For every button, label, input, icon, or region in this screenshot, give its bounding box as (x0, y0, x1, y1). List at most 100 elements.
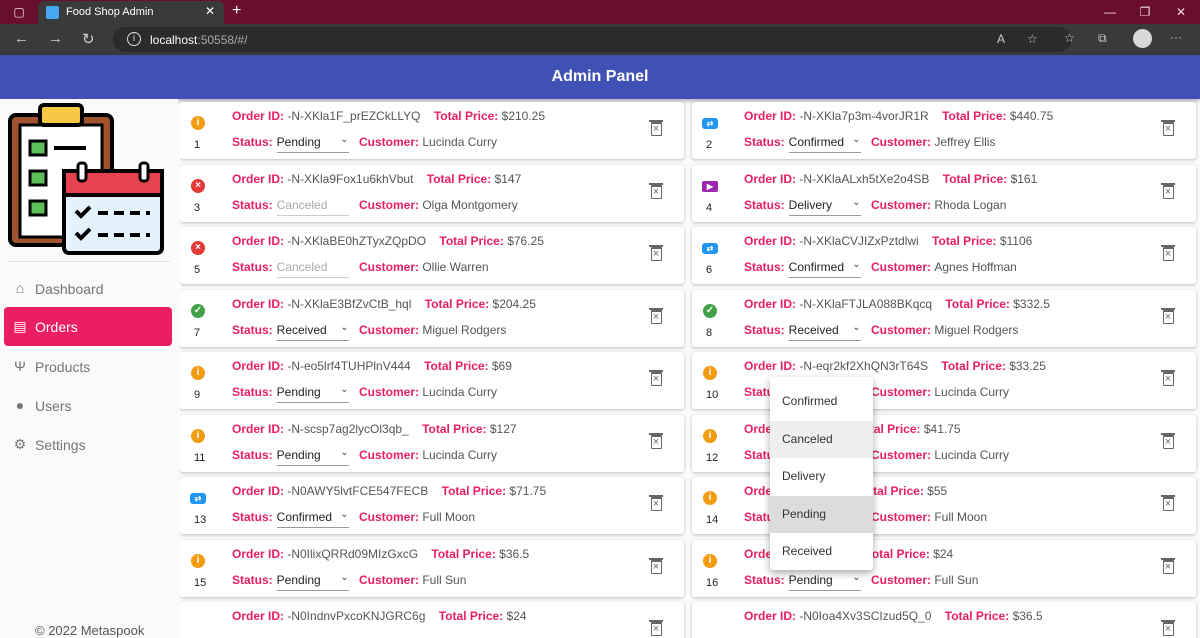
status-value: Delivery (788, 197, 833, 212)
status-dropdown[interactable]: Confirmed ⌄ (788, 134, 861, 153)
order-id-row: Order ID: -N-eo5lrf4TUHPlnV444 Total Pri… (232, 359, 512, 373)
order-id-row: Order ID: -N-XKlaE3BfZvCtB_hql Total Pri… (232, 297, 536, 311)
new-tab-icon[interactable]: + (232, 2, 241, 20)
favorites-icon[interactable]: ☆ (1064, 31, 1075, 45)
favorite-star-icon[interactable]: ☆ (1027, 32, 1038, 46)
total-price-label: Total Price: (426, 171, 495, 186)
status-dropdown[interactable]: Pending ⌄ (276, 134, 349, 153)
chevron-down-icon: ⌄ (852, 196, 861, 208)
total-price-label: Total Price: (865, 546, 934, 561)
order-id-row: Order ID: -N-scsp7ag2lycOl3qb_ Total Pri… (232, 422, 517, 436)
delete-icon[interactable] (649, 370, 663, 386)
delete-icon[interactable] (649, 557, 663, 574)
delete-icon[interactable] (649, 120, 663, 136)
sidebar-item-orders[interactable]: ▤ Orders (4, 307, 172, 346)
delete-icon[interactable] (1161, 495, 1175, 511)
fork-knife-icon: Ψ (14, 358, 26, 374)
delete-icon[interactable] (1161, 620, 1175, 636)
order-index: 4 (706, 201, 713, 214)
collections-icon[interactable]: ⧉ (1098, 31, 1107, 46)
info-icon: i (191, 553, 205, 568)
total-price-value: $41.75 (923, 421, 961, 436)
delete-icon[interactable] (649, 182, 663, 199)
order-id-label: Order ID: (232, 171, 288, 186)
tab-close-icon[interactable]: ✕ (205, 4, 215, 18)
delete-icon[interactable] (1161, 432, 1175, 449)
status-dropdown[interactable]: Pending ⌄ (276, 447, 349, 466)
back-icon[interactable]: ← (14, 30, 29, 47)
forward-icon[interactable]: → (48, 30, 63, 47)
site-info-icon[interactable]: i (127, 32, 141, 46)
check-icon: ✓ (191, 303, 205, 318)
delete-icon[interactable] (1161, 557, 1175, 574)
delete-icon[interactable] (1161, 120, 1175, 136)
refresh-icon[interactable]: ↻ (82, 30, 95, 48)
menu-item-pending[interactable]: Pending (770, 495, 873, 533)
total-price-label: Total Price: (945, 296, 1014, 311)
menu-item-received[interactable]: Received (770, 533, 873, 571)
customer-field: Customer: Ollie Warren (359, 260, 489, 274)
menu-item-canceled[interactable]: Canceled (770, 420, 873, 458)
info-icon: i (191, 428, 205, 443)
delete-icon[interactable] (1161, 245, 1175, 261)
maximize-icon[interactable]: ❐ (1130, 0, 1160, 24)
sidebar-item-users[interactable]: ● Users (4, 386, 172, 425)
order-card: ✓ 7 Order ID: -N-XKlaE3BfZvCtB_hql Total P… (180, 289, 684, 347)
order-card: ✓ 8 Order ID: -N-XKlaFTJLA088BKqcq Total P… (692, 289, 1196, 347)
minimize-icon[interactable]: — (1095, 0, 1125, 24)
order-index: 1 (194, 139, 201, 151)
order-index: 14 (706, 514, 719, 526)
order-id-row: Order ID: -N-XKlaBE0hZTyxZQpDO Total Pri… (232, 234, 544, 248)
url-field[interactable]: i localhost:50558/#/ A ☆ (113, 27, 1071, 52)
total-price-value: $147 (494, 171, 522, 186)
status-dropdown[interactable]: Received ⌄ (276, 322, 349, 341)
order-id-value: -N-eo5lrf4TUHPlnV444 (287, 359, 411, 373)
status-dropdown[interactable]: Delivery ⌄ (788, 196, 861, 216)
more-options-icon[interactable]: ··· (1170, 30, 1182, 44)
order-id-label: Order ID: (232, 421, 288, 436)
status-dropdown[interactable]: Received ⌄ (788, 322, 861, 341)
total-price-label: Total Price: (424, 296, 493, 311)
status-row: Status:Pending ⌄ Customer: Lucinda Curry (232, 384, 672, 403)
close-window-icon[interactable]: ✕ (1166, 0, 1196, 24)
customer-value: Full Moon (934, 510, 988, 524)
sidebar-item-settings[interactable]: ⚙ Settings (4, 425, 172, 464)
status-dropdown[interactable]: Pending ⌄ (276, 384, 349, 403)
delete-icon[interactable] (1161, 182, 1175, 199)
status-dropdown[interactable]: Pending ⌄ (276, 572, 349, 591)
menu-item-delivery[interactable]: Delivery (770, 458, 873, 496)
status-dropdown[interactable]: Confirmed ⌄ (788, 259, 861, 278)
status-label: Status: (744, 572, 785, 587)
total-price-label: Total Price: (942, 171, 1011, 186)
sidebar-item-dashboard[interactable]: ⌂ Dashboard (4, 269, 172, 308)
total-price-label: Total Price: (941, 359, 1010, 373)
delete-icon[interactable] (1161, 370, 1175, 386)
total-price-value: $36.5 (1012, 609, 1043, 623)
customer-field: Customer: Miguel Rodgers (871, 323, 1018, 337)
order-index: 9 (194, 389, 201, 401)
status-value: Pending (276, 447, 321, 462)
menu-item-confirmed[interactable]: Confirmed (770, 383, 873, 421)
info-icon: i (703, 428, 717, 443)
browser-tab[interactable]: Food Shop Admin ✕ (38, 1, 224, 24)
read-aloud-icon[interactable]: A (997, 32, 1005, 46)
profile-avatar[interactable] (1133, 29, 1152, 48)
chevron-down-icon: ⌄ (852, 259, 861, 270)
sidebar-item-products[interactable]: Ψ Products (4, 347, 172, 386)
status-label: Status: (232, 510, 273, 524)
home-icon: ⌂ (15, 280, 25, 296)
status-dropdown[interactable]: Confirmed ⌄ (276, 509, 349, 528)
delete-icon[interactable] (649, 620, 663, 636)
order-id-row: Order ID: -N-XKlaCVJIZxPztdlwi Total Pri… (744, 234, 1032, 248)
customer-field: Customer: Rhoda Logan (871, 198, 1006, 212)
status-dropdown: Canceled⌄ (276, 260, 349, 278)
delete-icon[interactable] (649, 432, 663, 449)
order-id-label: Order ID: (232, 609, 288, 623)
status-dropdown[interactable]: Pending ⌄ (788, 572, 861, 591)
delete-icon[interactable] (649, 307, 663, 324)
delete-icon[interactable] (649, 495, 663, 511)
window-menu-icon[interactable]: ▢ (4, 0, 34, 24)
delete-icon[interactable] (649, 245, 663, 261)
delete-icon[interactable] (1161, 307, 1175, 324)
order-index: 11 (194, 451, 206, 464)
